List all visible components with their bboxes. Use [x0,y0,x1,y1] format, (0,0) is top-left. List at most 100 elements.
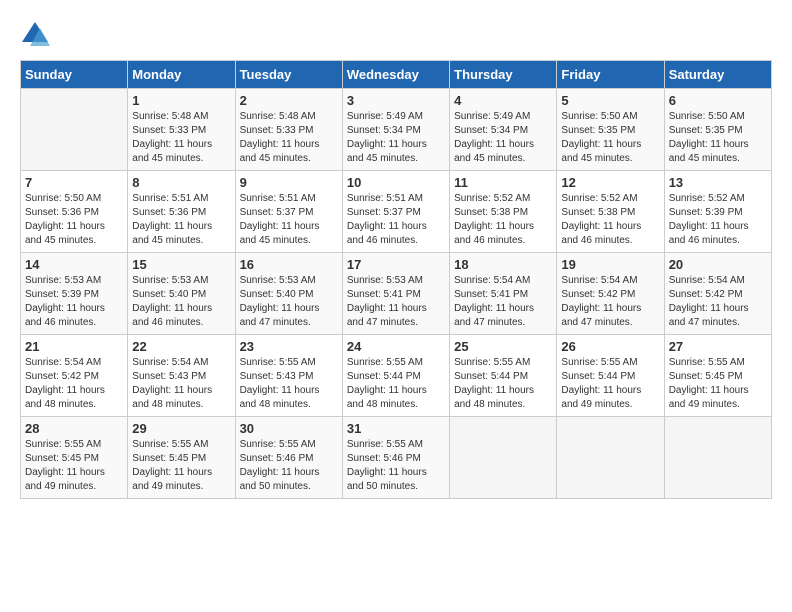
day-info: Sunrise: 5:50 AM Sunset: 5:36 PM Dayligh… [25,192,123,248]
week-row-1: 1 Sunrise: 5:48 AM Sunset: 5:33 PM Daylig… [21,89,772,171]
day-info: Sunrise: 5:50 AM Sunset: 5:35 PM Dayligh… [669,110,767,166]
day-number: 13 [669,175,767,190]
day-info: Sunrise: 5:53 AM Sunset: 5:41 PM Dayligh… [347,274,445,330]
table-cell: 16Sunrise: 5:53 AM Sunset: 5:40 PM Dayli… [235,253,342,335]
week-row-5: 28 Sunrise: 5:55 AM Sunset: 5:45 PM Dayli… [21,417,772,499]
day-info: Sunrise: 5:52 AM Sunset: 5:39 PM Dayligh… [669,192,767,248]
calendar-table: SundayMondayTuesdayWednesdayThursdayFrid… [20,60,772,499]
week-row-2: 7 Sunrise: 5:50 AM Sunset: 5:36 PM Daylig… [21,171,772,253]
table-cell [664,417,771,499]
day-info: Sunrise: 5:51 AM Sunset: 5:36 PM Dayligh… [132,192,230,248]
table-cell: 2Sunrise: 5:48 AM Sunset: 5:33 PM Daylig… [235,89,342,171]
day-number: 27 [669,339,767,354]
table-cell: 4 Sunrise: 5:49 AM Sunset: 5:34 PM Daylig… [450,89,557,171]
day-info: Sunrise: 5:53 AM Sunset: 5:39 PM Dayligh… [25,274,123,330]
table-cell [21,89,128,171]
table-cell: 8 Sunrise: 5:51 AM Sunset: 5:36 PM Daylig… [128,171,235,253]
day-number: 3 [347,93,445,108]
table-cell: 29Sunrise: 5:55 AM Sunset: 5:45 PM Dayli… [128,417,235,499]
day-info: Sunrise: 5:55 AM Sunset: 5:44 PM Dayligh… [454,356,552,412]
day-number: 22 [132,339,230,354]
table-cell: 5 Sunrise: 5:50 AM Sunset: 5:35 PM Daylig… [557,89,664,171]
day-number: 12 [561,175,659,190]
day-info: Sunrise: 5:49 AM Sunset: 5:34 PM Dayligh… [347,110,445,166]
day-number: 30 [240,421,338,436]
day-info: Sunrise: 5:55 AM Sunset: 5:44 PM Dayligh… [561,356,659,412]
weekday-header-monday: Monday [128,61,235,89]
day-number: 19 [561,257,659,272]
table-cell: 25Sunrise: 5:55 AM Sunset: 5:44 PM Dayli… [450,335,557,417]
day-info: Sunrise: 5:55 AM Sunset: 5:45 PM Dayligh… [669,356,767,412]
table-cell: 18 Sunrise: 5:54 AM Sunset: 5:41 PM Dayli… [450,253,557,335]
table-cell [450,417,557,499]
table-cell: 15 Sunrise: 5:53 AM Sunset: 5:40 PM Dayli… [128,253,235,335]
day-info: Sunrise: 5:54 AM Sunset: 5:41 PM Dayligh… [454,274,552,330]
table-cell: 12 Sunrise: 5:52 AM Sunset: 5:38 PM Dayli… [557,171,664,253]
day-info: Sunrise: 5:55 AM Sunset: 5:45 PM Dayligh… [132,438,230,494]
day-info: Sunrise: 5:55 AM Sunset: 5:45 PM Dayligh… [25,438,123,494]
table-cell: 24 Sunrise: 5:55 AM Sunset: 5:44 PM Dayli… [342,335,449,417]
day-number: 9 [240,175,338,190]
day-info: Sunrise: 5:55 AM Sunset: 5:43 PM Dayligh… [240,356,338,412]
day-number: 4 [454,93,552,108]
day-number: 10 [347,175,445,190]
week-row-4: 21 Sunrise: 5:54 AM Sunset: 5:42 PM Dayli… [21,335,772,417]
day-number: 11 [454,175,552,190]
table-cell: 26 Sunrise: 5:55 AM Sunset: 5:44 PM Dayli… [557,335,664,417]
day-info: Sunrise: 5:50 AM Sunset: 5:35 PM Dayligh… [561,110,659,166]
logo [20,20,54,50]
day-number: 17 [347,257,445,272]
table-cell: 27 Sunrise: 5:55 AM Sunset: 5:45 PM Dayli… [664,335,771,417]
weekday-header-thursday: Thursday [450,61,557,89]
day-info: Sunrise: 5:54 AM Sunset: 5:43 PM Dayligh… [132,356,230,412]
day-number: 23 [240,339,338,354]
day-info: Sunrise: 5:52 AM Sunset: 5:38 PM Dayligh… [561,192,659,248]
day-number: 5 [561,93,659,108]
day-info: Sunrise: 5:54 AM Sunset: 5:42 PM Dayligh… [25,356,123,412]
table-cell: 7 Sunrise: 5:50 AM Sunset: 5:36 PM Daylig… [21,171,128,253]
day-number: 20 [669,257,767,272]
header [20,20,772,50]
day-number: 28 [25,421,123,436]
day-info: Sunrise: 5:55 AM Sunset: 5:46 PM Dayligh… [347,438,445,494]
table-cell: 22 Sunrise: 5:54 AM Sunset: 5:43 PM Dayli… [128,335,235,417]
day-number: 15 [132,257,230,272]
weekday-header-row: SundayMondayTuesdayWednesdayThursdayFrid… [21,61,772,89]
day-info: Sunrise: 5:55 AM Sunset: 5:46 PM Dayligh… [240,438,338,494]
day-info: Sunrise: 5:53 AM Sunset: 5:40 PM Dayligh… [132,274,230,330]
table-cell: 3 Sunrise: 5:49 AM Sunset: 5:34 PM Daylig… [342,89,449,171]
table-cell: 23 Sunrise: 5:55 AM Sunset: 5:43 PM Dayli… [235,335,342,417]
table-cell: 19Sunrise: 5:54 AM Sunset: 5:42 PM Dayli… [557,253,664,335]
weekday-header-sunday: Sunday [21,61,128,89]
day-number: 8 [132,175,230,190]
day-number: 1 [132,93,230,108]
weekday-header-wednesday: Wednesday [342,61,449,89]
table-cell: 28 Sunrise: 5:55 AM Sunset: 5:45 PM Dayli… [21,417,128,499]
table-cell: 14 Sunrise: 5:53 AM Sunset: 5:39 PM Dayli… [21,253,128,335]
table-cell [557,417,664,499]
weekday-header-friday: Friday [557,61,664,89]
day-number: 24 [347,339,445,354]
day-number: 16 [240,257,338,272]
weekday-header-tuesday: Tuesday [235,61,342,89]
day-info: Sunrise: 5:51 AM Sunset: 5:37 PM Dayligh… [347,192,445,248]
table-cell: 21 Sunrise: 5:54 AM Sunset: 5:42 PM Dayli… [21,335,128,417]
day-number: 7 [25,175,123,190]
day-number: 2 [240,93,338,108]
day-info: Sunrise: 5:49 AM Sunset: 5:34 PM Dayligh… [454,110,552,166]
table-cell: 31 Sunrise: 5:55 AM Sunset: 5:46 PM Dayli… [342,417,449,499]
day-number: 26 [561,339,659,354]
table-cell: 30 Sunrise: 5:55 AM Sunset: 5:46 PM Dayli… [235,417,342,499]
day-number: 18 [454,257,552,272]
day-number: 21 [25,339,123,354]
table-cell: 6Sunrise: 5:50 AM Sunset: 5:35 PM Daylig… [664,89,771,171]
day-info: Sunrise: 5:48 AM Sunset: 5:33 PM Dayligh… [132,110,230,166]
day-number: 31 [347,421,445,436]
day-info: Sunrise: 5:55 AM Sunset: 5:44 PM Dayligh… [347,356,445,412]
table-cell: 1 Sunrise: 5:48 AM Sunset: 5:33 PM Daylig… [128,89,235,171]
day-number: 14 [25,257,123,272]
day-info: Sunrise: 5:54 AM Sunset: 5:42 PM Dayligh… [669,274,767,330]
table-cell: 17 Sunrise: 5:53 AM Sunset: 5:41 PM Dayli… [342,253,449,335]
logo-icon [20,20,50,50]
day-info: Sunrise: 5:51 AM Sunset: 5:37 PM Dayligh… [240,192,338,248]
